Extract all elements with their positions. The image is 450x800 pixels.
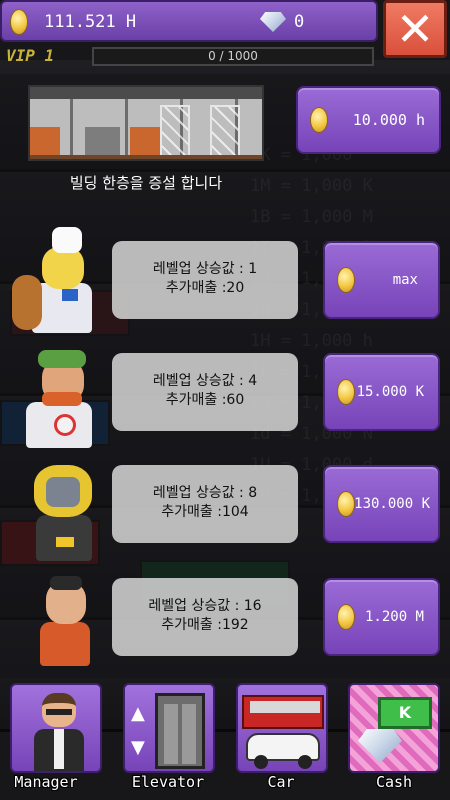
bus-icon (242, 695, 324, 729)
elevator-button[interactable]: ▲ ▼ (123, 683, 215, 773)
upgrade-button[interactable]: 1.200 M (323, 578, 440, 656)
upgrade-info: 레벨업 상승값 : 4 추가매출 :60 (112, 353, 298, 431)
coin-icon (337, 379, 355, 405)
robot-avatar (12, 455, 108, 565)
cook-avatar (12, 340, 108, 450)
gem-count: 0 (294, 12, 305, 32)
manager-icon (34, 693, 84, 771)
upgrade-cost: max (392, 272, 418, 288)
upgrade-info: 레벨업 상승값 : 1 추가매출 :20 (112, 241, 298, 319)
upgrade-button[interactable]: 130.000 K (323, 465, 440, 543)
vip-row: VIP 1 0 / 1000 (0, 44, 378, 70)
up-arrow-icon: ▲ (131, 703, 145, 724)
chef-avatar (12, 225, 108, 335)
car-button[interactable] (236, 683, 328, 773)
manager-label: Manager (14, 773, 78, 791)
extra-revenue: 추가매출 :192 (161, 617, 249, 633)
close-icon: ✕ (395, 2, 435, 56)
build-floor-cost: 10.000 h (352, 111, 425, 129)
vip-label: VIP 1 (6, 46, 55, 65)
upgrade-cost: 15.000 K (356, 384, 424, 400)
upgrade-info: 레벨업 상승값 : 8 추가매출 :104 (112, 465, 298, 543)
coin-icon (337, 491, 355, 517)
extra-revenue: 추가매출 :104 (161, 504, 249, 520)
elevator-icon (155, 693, 205, 769)
coin-icon (10, 9, 28, 35)
level-up-increment: 레벨업 상승값 : 4 (152, 373, 258, 389)
cash-label: Cash (375, 773, 413, 791)
build-floor-button[interactable]: 10.000 h (296, 86, 441, 154)
car-label: Car (267, 773, 295, 791)
vip-progress-bar: 0 / 1000 (92, 47, 374, 66)
build-floor-caption: 빌딩 한층을 증설 합니다 (69, 174, 223, 192)
construction-floor-image (28, 85, 264, 161)
extra-revenue: 추가매출 :20 (165, 280, 245, 296)
level-up-increment: 레벨업 상승값 : 16 (148, 598, 262, 614)
currency-bar: 111.521 H 0 (0, 0, 378, 42)
coin-icon (337, 604, 355, 630)
money-amount: 111.521 H (44, 12, 137, 32)
cash-button[interactable]: K (348, 683, 440, 773)
elevator-label: Elevator (131, 773, 205, 791)
level-up-increment: 레벨업 상승값 : 1 (152, 261, 258, 277)
manager-button[interactable] (10, 683, 102, 773)
upgrade-button[interactable]: 15.000 K (323, 353, 440, 431)
diamond-icon (358, 729, 402, 763)
cash-icon: K (378, 697, 432, 729)
close-button[interactable]: ✕ (383, 0, 447, 58)
down-arrow-icon: ▼ (131, 737, 145, 758)
upgrade-cost: 130.000 K (354, 496, 430, 512)
level-up-increment: 레벨업 상승값 : 8 (152, 485, 258, 501)
vip-progress-text: 0 / 1000 (208, 49, 258, 63)
diamond-icon (260, 12, 286, 32)
upgrade-cost: 1.200 M (364, 609, 424, 625)
coin-icon (337, 267, 355, 293)
extra-revenue: 추가매출 :60 (165, 392, 245, 408)
chef-master-avatar (12, 568, 108, 678)
coin-icon (310, 107, 328, 133)
upgrade-info: 레벨업 상승값 : 16 추가매출 :192 (112, 578, 298, 656)
upgrade-button[interactable]: max (323, 241, 440, 319)
